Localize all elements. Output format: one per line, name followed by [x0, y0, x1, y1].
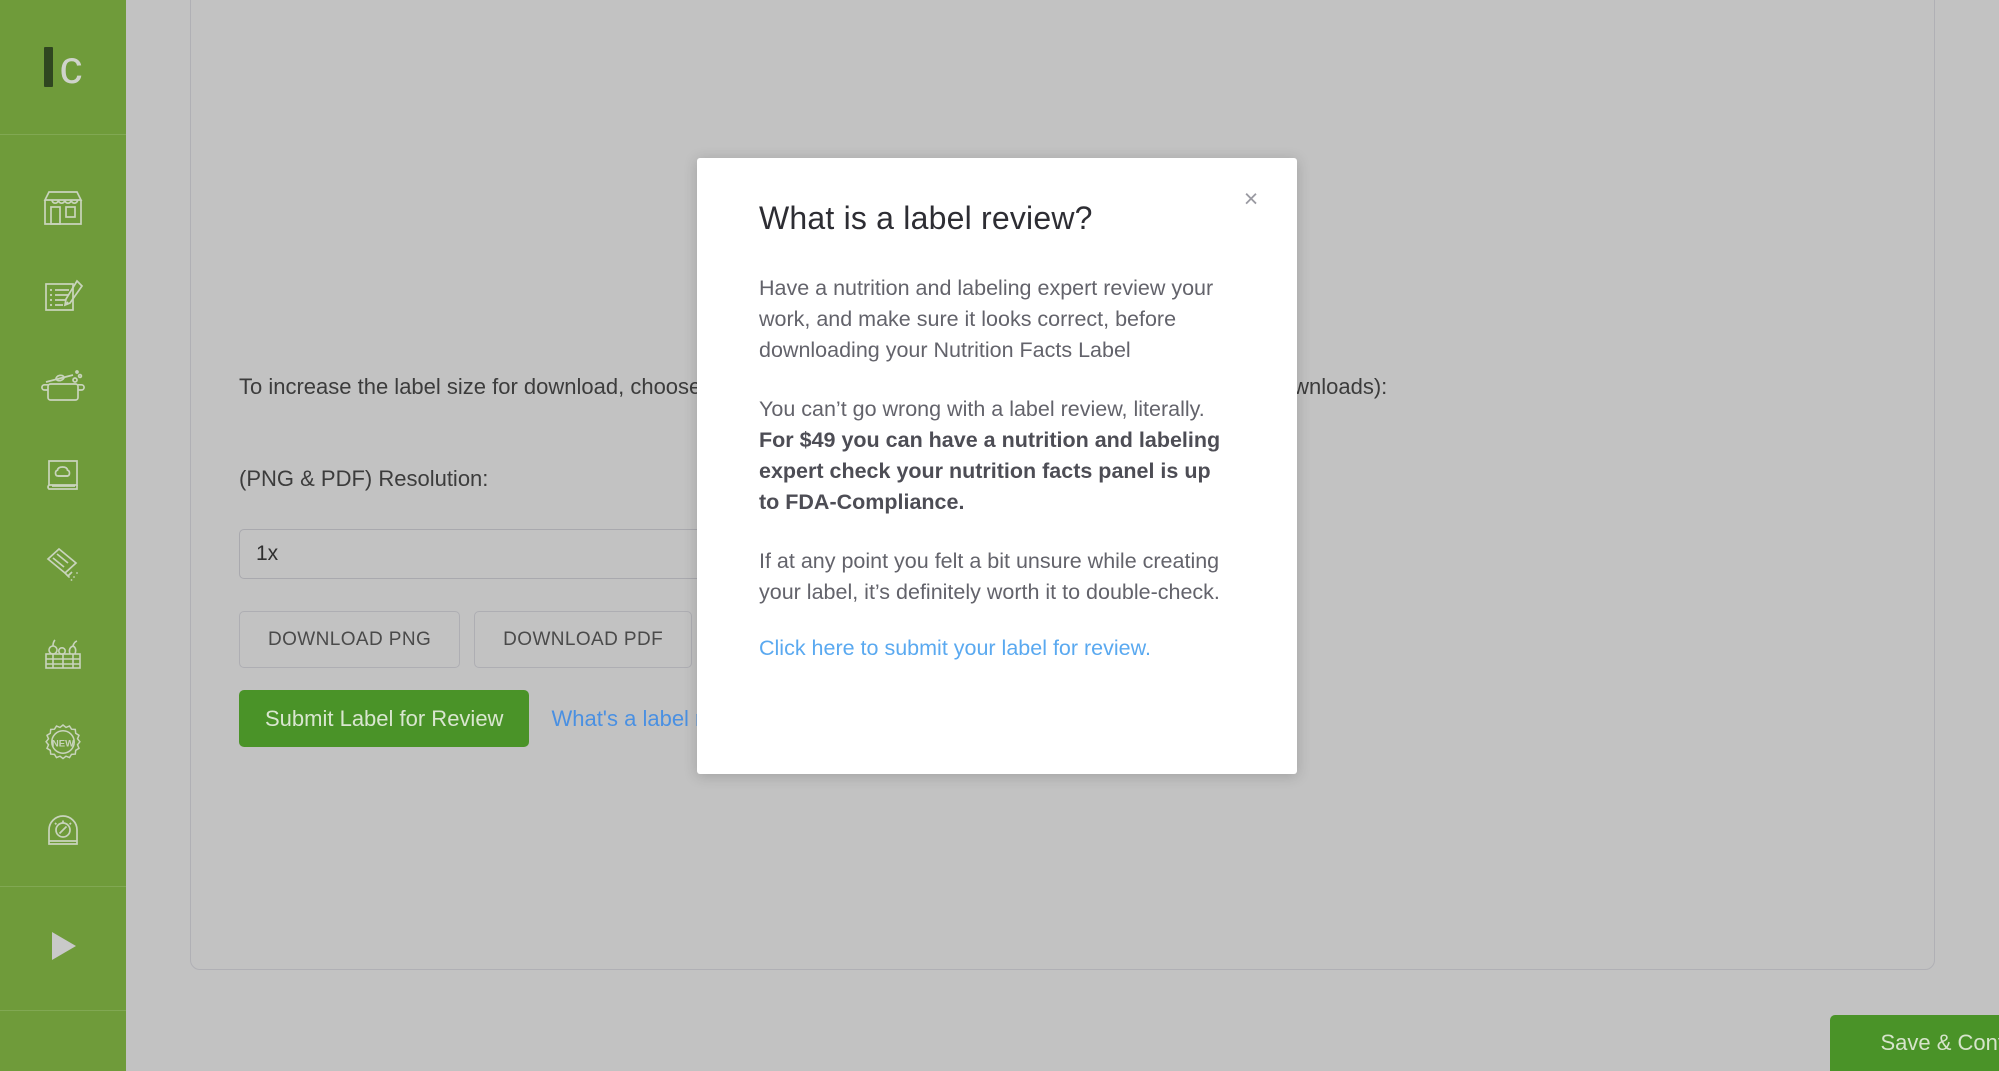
sidebar-item-scale[interactable]: [0, 786, 126, 875]
resolution-select-value: 1x: [256, 542, 279, 565]
resolution-label: (PNG & PDF) Resolution:: [239, 466, 489, 491]
download-pdf-button[interactable]: DOWNLOAD PDF: [474, 611, 693, 668]
submit-label-for-review-button[interactable]: Submit Label for Review: [239, 690, 530, 747]
resolution-select[interactable]: 1x: [239, 529, 751, 579]
submit-label-for-review-link[interactable]: Click here to submit your label for revi…: [759, 636, 1151, 660]
logo-text: c: [59, 41, 83, 93]
label-review-modal: × What is a label review? Have a nutriti…: [697, 158, 1297, 774]
modal-title: What is a label review?: [759, 200, 1093, 236]
produce-crate-icon: [40, 633, 86, 673]
cookbook-icon: [41, 455, 85, 495]
recipe-edit-icon: [41, 277, 85, 317]
modal-paragraph-2-lead: You can’t go wrong with a label review, …: [759, 396, 1205, 421]
sidebar-item-ingredients[interactable]: [0, 608, 126, 697]
sidebar-item-new[interactable]: NEW: [0, 697, 126, 786]
cooking-pot-icon: [40, 366, 86, 406]
sidebar: c NEW: [0, 0, 126, 1071]
sidebar-item-storefront[interactable]: [0, 163, 126, 252]
sidebar-nav: NEW: [0, 135, 126, 886]
modal-paragraph-2-bold: For $49 you can have a nutrition and lab…: [759, 427, 1221, 514]
sidebar-item-recipes[interactable]: [0, 252, 126, 341]
scale-meter-icon: [41, 811, 85, 851]
modal-paragraph-2: You can’t go wrong with a label review, …: [759, 394, 1235, 518]
modal-paragraph-3: If at any point you felt a bit unsure wh…: [759, 548, 1220, 604]
logo-mark-icon: [43, 47, 53, 87]
sidebar-item-cookbook[interactable]: [0, 430, 126, 519]
storefront-icon: [41, 188, 85, 228]
page-root: c NEW To increase the label size for dow…: [0, 0, 1999, 1071]
modal-paragraph-1: Have a nutrition and labeling expert rev…: [759, 276, 1214, 362]
sidebar-play-button[interactable]: [0, 886, 126, 1011]
label-tag-icon: [41, 544, 85, 584]
app-logo[interactable]: c: [0, 0, 126, 135]
sidebar-item-labels[interactable]: [0, 519, 126, 608]
sidebar-footer-spacer: [0, 1011, 126, 1071]
submit-row: Submit Label for Review What's a label r…: [239, 690, 771, 747]
save-and-continue-button[interactable]: Save & Continue: [1830, 1015, 1999, 1071]
play-icon: [46, 927, 80, 970]
close-icon[interactable]: ×: [1238, 186, 1264, 212]
svg-text:NEW: NEW: [52, 738, 74, 749]
download-png-button[interactable]: DOWNLOAD PNG: [239, 611, 461, 668]
new-badge-icon: NEW: [41, 722, 85, 762]
sidebar-item-cooking[interactable]: [0, 341, 126, 430]
